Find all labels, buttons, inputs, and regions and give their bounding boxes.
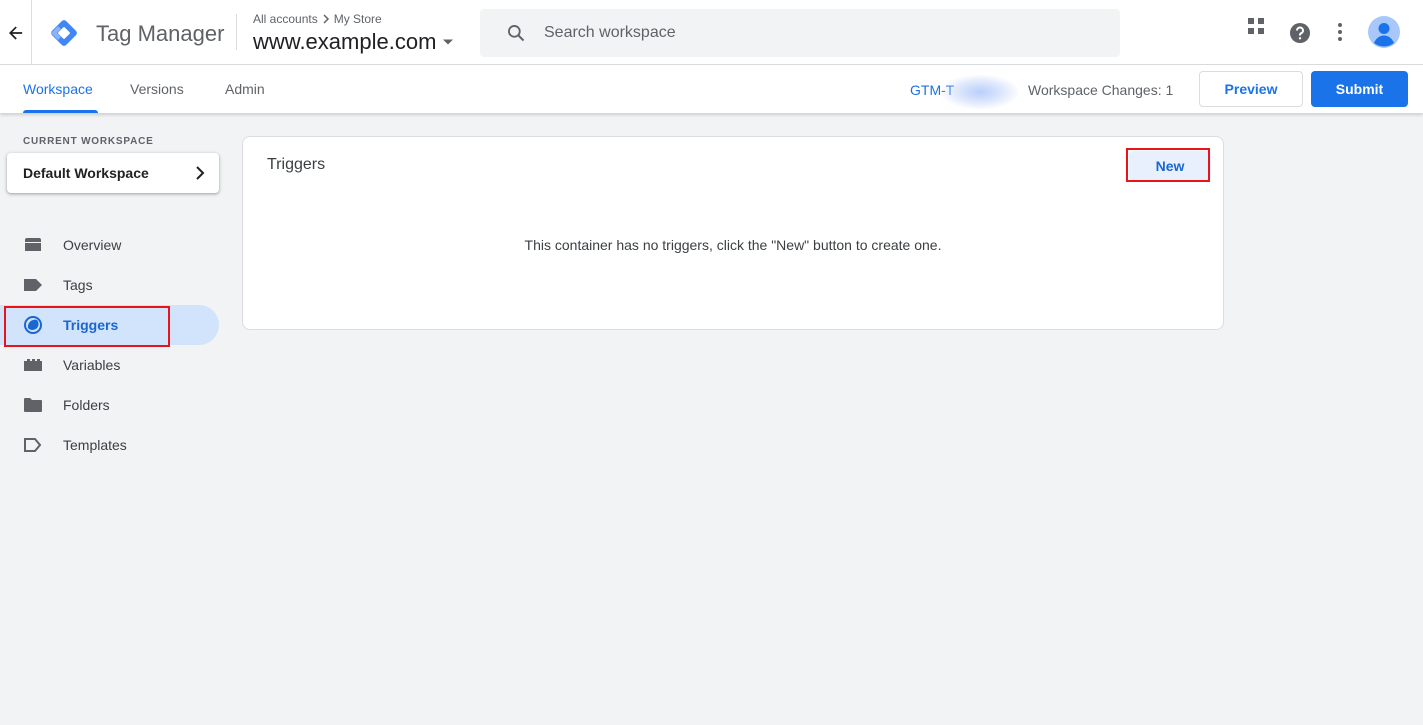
sidebar-item-templates[interactable]: Templates	[0, 425, 219, 465]
empty-state-message: This container has no triggers, click th…	[524, 237, 942, 253]
tab-workspace[interactable]: Workspace	[23, 65, 93, 113]
chevron-right-icon	[196, 166, 205, 180]
card-title: Triggers	[267, 156, 326, 173]
product-name: Tag Manager	[96, 21, 225, 46]
caret-down-icon	[443, 39, 454, 45]
apps-grid-icon[interactable]	[1246, 16, 1266, 36]
preview-button[interactable]: Preview	[1199, 71, 1303, 107]
sidebar-item-tags[interactable]: Tags	[0, 265, 219, 305]
sidebar-item-variables[interactable]: Variables	[0, 345, 219, 385]
sidebar-item-label: Variables	[63, 357, 121, 373]
search-icon[interactable]	[480, 23, 552, 43]
template-icon	[23, 436, 43, 454]
workspace-nav-bar: Workspace Versions Admin GTM-T Workspace…	[0, 65, 1423, 113]
sidebar-item-label: Overview	[63, 237, 122, 253]
current-workspace-label: CURRENT WORKSPACE	[23, 136, 154, 147]
tab-admin[interactable]: Admin	[225, 65, 265, 113]
chevron-right-icon	[323, 14, 329, 24]
sidebar-item-label: Folders	[63, 397, 110, 413]
triggers-card: Triggers New This container has no trigg…	[242, 136, 1224, 330]
more-vert-icon[interactable]	[1336, 22, 1344, 42]
top-app-bar: Tag Manager All accounts My Store www.ex…	[0, 0, 1423, 65]
highlight-box-triggers	[4, 306, 170, 347]
help-icon[interactable]	[1289, 22, 1311, 44]
sidebar-item-label: Tags	[63, 277, 93, 293]
submit-button[interactable]: Submit	[1311, 71, 1408, 107]
breadcrumb[interactable]: All accounts My Store	[253, 12, 382, 26]
highlight-box-new	[1126, 148, 1210, 182]
breadcrumb-store[interactable]: My Store	[334, 12, 382, 26]
back-button[interactable]	[0, 0, 32, 65]
active-tab-indicator	[23, 110, 98, 113]
account-avatar[interactable]	[1368, 16, 1400, 48]
container-name[interactable]: www.example.com	[253, 29, 436, 55]
workspace-selector[interactable]: Default Workspace	[7, 153, 219, 193]
sidebar-item-folders[interactable]: Folders	[0, 385, 219, 425]
overview-icon	[23, 236, 43, 254]
tab-versions[interactable]: Versions	[130, 65, 184, 113]
header-divider	[236, 14, 237, 50]
variables-icon	[23, 356, 43, 374]
workspace-name: Default Workspace	[23, 165, 149, 181]
redacted-blur	[942, 75, 1018, 109]
folder-icon	[23, 396, 43, 414]
container-selector[interactable]: www.example.com	[253, 29, 454, 55]
breadcrumb-accounts[interactable]: All accounts	[253, 12, 318, 26]
tag-manager-logo[interactable]	[48, 17, 80, 49]
search-input[interactable]	[544, 24, 1084, 42]
back-arrow-icon	[8, 25, 22, 40]
search-bar[interactable]	[480, 9, 1120, 57]
sidebar-item-label: Templates	[63, 437, 127, 453]
sidebar-item-overview[interactable]: Overview	[0, 225, 219, 265]
tag-icon	[23, 276, 43, 294]
workspace-changes-count: Workspace Changes: 1	[1028, 82, 1174, 98]
